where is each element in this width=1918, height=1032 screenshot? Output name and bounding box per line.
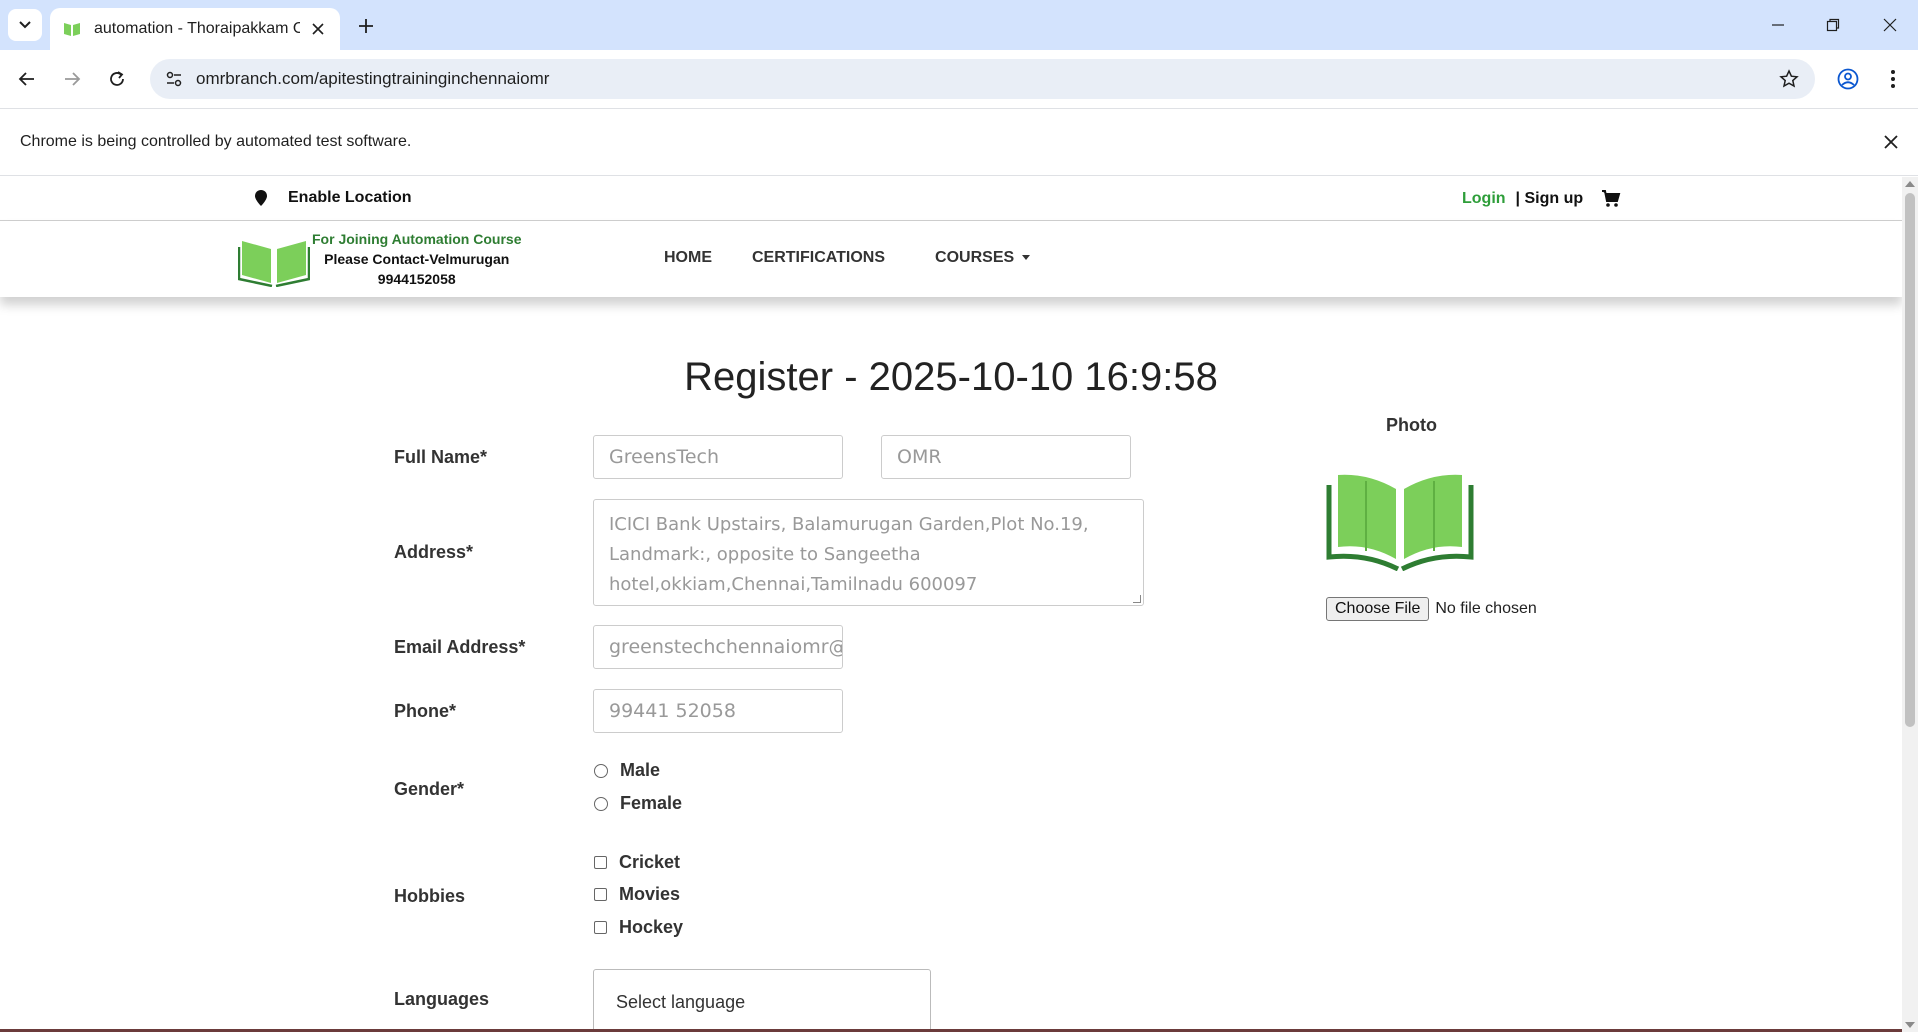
url-text[interactable]: omrbranch.com/apitestingtraininginchenna… xyxy=(196,69,1769,89)
nav-home[interactable]: HOME xyxy=(664,249,712,267)
nav-links: HOME CERTIFICATIONS COURSES xyxy=(664,249,1070,267)
scroll-up-arrow-icon[interactable] xyxy=(1905,181,1915,187)
automation-infobar: Chrome is being controlled by automated … xyxy=(0,108,1918,176)
phone-input[interactable]: 99441 52058 xyxy=(593,689,843,733)
page-scrollbar[interactable] xyxy=(1902,177,1918,1032)
brand-line-phone: 9944152058 xyxy=(377,271,456,287)
auth-links: Login | Sign up xyxy=(1462,189,1621,209)
chevron-down-icon xyxy=(19,21,31,29)
tab-search-button[interactable] xyxy=(8,9,42,41)
bookmark-star-icon[interactable] xyxy=(1769,59,1809,99)
browser-tabstrip: automation - Thoraipakkam OMR xyxy=(0,0,1918,50)
address-textarea[interactable]: ICICI Bank Upstairs, Balamurugan Garden,… xyxy=(593,499,1144,606)
gender-male-label: Male xyxy=(620,760,661,780)
hobby-hockey-label: Hockey xyxy=(619,917,684,937)
restore-icon[interactable] xyxy=(1813,10,1853,40)
enable-location-link[interactable]: Enable Location xyxy=(254,189,412,207)
email-label: Email Address* xyxy=(394,637,526,657)
last-name-input[interactable]: OMR xyxy=(881,435,1131,479)
caret-down-icon xyxy=(1022,255,1031,261)
address-bar[interactable]: omrbranch.com/apitestingtraininginchenna… xyxy=(150,59,1815,99)
enable-location-label: Enable Location xyxy=(288,189,412,206)
checkbox-cricket[interactable] xyxy=(594,856,607,869)
more-menu-icon[interactable] xyxy=(1878,64,1908,94)
hobby-option-cricket[interactable]: Cricket xyxy=(594,852,680,873)
address-label: Address* xyxy=(394,542,474,562)
book-photo-preview-icon xyxy=(1326,474,1474,571)
reload-icon[interactable] xyxy=(102,64,132,94)
login-link[interactable]: Login xyxy=(1462,190,1506,208)
main-navbar: For Joining Automation Course Please Con… xyxy=(0,221,1902,297)
hobby-cricket-label: Cricket xyxy=(619,852,681,872)
tab-title: automation - Thoraipakkam OMR xyxy=(94,20,300,37)
language-select-placeholder: Select language xyxy=(616,992,746,1012)
brand-contact: For Joining Automation Course Please Con… xyxy=(312,229,521,289)
email-input[interactable]: greenstechchennaiomr@ xyxy=(593,625,843,669)
brand-block[interactable]: For Joining Automation Course Please Con… xyxy=(238,229,521,289)
choose-file-button[interactable]: Choose File xyxy=(1326,597,1430,621)
photo-file-input[interactable]: Choose File No file chosen xyxy=(1326,597,1537,621)
phone-label: Phone* xyxy=(394,701,457,721)
book-logo-icon xyxy=(238,241,310,287)
page-viewport: Enable Location Login | Sign up For Join… xyxy=(0,177,1902,1032)
page-title: Register - 2025-10-10 16:9:58 xyxy=(684,355,1218,399)
brand-line-course: For Joining Automation Course xyxy=(312,231,522,247)
checkbox-movies[interactable] xyxy=(594,888,607,901)
browser-tab-active[interactable]: automation - Thoraipakkam OMR xyxy=(50,8,340,50)
new-tab-icon[interactable] xyxy=(352,12,380,40)
address-placeholder: ICICI Bank Upstairs, Balamurugan Garden,… xyxy=(609,514,1089,595)
close-infobar-icon[interactable] xyxy=(1876,127,1906,157)
forward-arrow-icon[interactable] xyxy=(57,64,87,94)
brand-line-contact: Please Contact-Velmurugan xyxy=(324,251,510,267)
nav-courses-label: COURSES xyxy=(935,249,1015,266)
close-window-icon[interactable] xyxy=(1870,10,1910,40)
resize-grip-icon[interactable] xyxy=(1133,595,1141,603)
radio-female[interactable] xyxy=(594,796,608,811)
close-tab-icon[interactable] xyxy=(308,19,328,39)
gender-female-label: Female xyxy=(620,793,683,813)
full-name-label: Full Name* xyxy=(394,447,488,467)
browser-toolbar: omrbranch.com/apitestingtraininginchenna… xyxy=(0,50,1918,108)
file-status-text: No file chosen xyxy=(1435,600,1537,617)
map-pin-icon xyxy=(255,190,267,206)
nav-certifications[interactable]: CERTIFICATIONS xyxy=(752,249,885,267)
minimize-icon[interactable] xyxy=(1758,10,1798,40)
book-favicon-icon xyxy=(64,23,80,36)
infobar-message: Chrome is being controlled by automated … xyxy=(20,133,412,150)
profile-icon[interactable] xyxy=(1833,64,1863,94)
hobby-movies-label: Movies xyxy=(619,884,681,904)
shopping-cart-icon[interactable] xyxy=(1601,189,1621,209)
nav-courses-dropdown[interactable]: COURSES xyxy=(935,249,1031,267)
gender-label: Gender* xyxy=(394,779,465,799)
site-topbar: Enable Location Login | Sign up xyxy=(0,177,1902,221)
scroll-down-arrow-icon[interactable] xyxy=(1905,1022,1915,1028)
gender-option-female[interactable]: Female xyxy=(594,793,682,814)
gender-option-male[interactable]: Male xyxy=(594,760,660,781)
photo-label: Photo xyxy=(1386,415,1437,435)
checkbox-hockey[interactable] xyxy=(594,921,607,934)
hobbies-label: Hobbies xyxy=(394,886,466,906)
signup-link[interactable]: | Sign up xyxy=(1516,190,1584,208)
hobby-option-movies[interactable]: Movies xyxy=(594,884,680,905)
hobby-option-hockey[interactable]: Hockey xyxy=(594,917,683,938)
language-select[interactable]: Select language xyxy=(593,969,931,1032)
back-arrow-icon[interactable] xyxy=(12,64,42,94)
site-settings-icon[interactable] xyxy=(154,59,194,99)
scrollbar-thumb[interactable] xyxy=(1905,193,1915,727)
languages-label: Languages xyxy=(394,989,490,1009)
radio-male[interactable] xyxy=(594,763,608,778)
first-name-input[interactable]: GreensTech xyxy=(593,435,843,479)
